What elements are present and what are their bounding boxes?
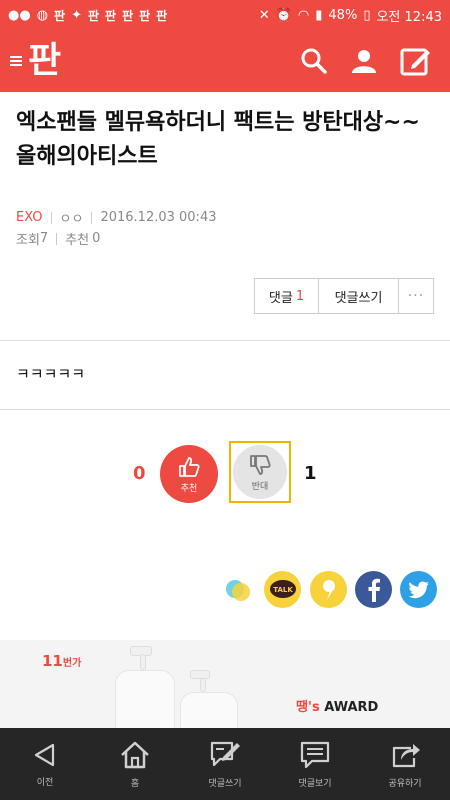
nav-view-comments[interactable]: 댓글보기 <box>270 728 360 800</box>
thumbs-up-icon <box>179 456 200 477</box>
category-link[interactable]: EXO <box>16 210 43 225</box>
comments-button[interactable]: 댓글 1 <box>255 279 318 313</box>
award-text: AWARD <box>324 700 379 715</box>
share-kakaostory-icon[interactable] <box>219 571 256 608</box>
ad-banner[interactable]: 11번가 땡's AWARD <box>0 640 450 728</box>
11st-number: 11 <box>42 652 63 670</box>
write-comment-button[interactable]: 댓글쓰기 <box>318 279 398 313</box>
author: ㅇㅇ <box>59 212 84 227</box>
notification-icons: ●● ◍ 판 ✦ 판 판 판 판 판 <box>8 7 259 24</box>
more-button[interactable]: ··· <box>398 279 433 313</box>
nav-back[interactable]: 이전 <box>0 728 90 800</box>
system-status: ✕ ⏰ ◠ ▮ 48% ▯ 오전 12:43 <box>259 6 442 25</box>
bottle-pump-stem <box>140 654 146 670</box>
bottom-nav: 이전 홈 댓글쓰기 댓글보기 공유하기 <box>0 728 450 800</box>
share-icon <box>392 743 420 767</box>
pann-notification-2: 판 <box>87 8 100 23</box>
thumbs-down-icon <box>250 454 271 475</box>
nav-back-label: 이전 <box>36 777 54 788</box>
recommend-count: 0 <box>92 231 101 246</box>
view-comments-icon <box>300 741 330 768</box>
alarm-icon: ⏰ <box>275 7 292 23</box>
article-stats: 조회 7 추천 0 <box>16 229 100 248</box>
article-meta: EXO ㅇㅇ 2016.12.03 00:43 <box>16 208 216 227</box>
downvote-button[interactable]: 반대 <box>233 445 287 499</box>
article-body: ㅋㅋㅋㅋㅋ <box>16 365 86 383</box>
award-logo: 땡's AWARD <box>296 696 378 715</box>
user-icon[interactable] <box>350 47 378 75</box>
upvote-button[interactable]: 추천 <box>160 445 218 503</box>
views-count: 7 <box>39 231 49 246</box>
11st-suffix: 번가 <box>62 658 82 669</box>
comment-actions: 댓글 1 댓글쓰기 ··· <box>254 278 434 314</box>
share-kakaotalk-icon[interactable]: TALK <box>264 571 301 608</box>
status-bar: ●● ◍ 판 ✦ 판 판 판 판 판 ✕ ⏰ ◠ ▮ 48% ▯ 오전 12:4… <box>0 0 450 30</box>
divider <box>0 409 450 410</box>
article-title: 엑소팬들 멜뮤욕하더니 팩트는 방탄대상~~ 올해의아티스트 <box>16 110 420 169</box>
search-icon[interactable] <box>300 47 328 75</box>
app-header: 판 <box>0 30 450 92</box>
write-icon[interactable] <box>400 46 432 76</box>
meta-divider <box>56 232 58 245</box>
chat-icon: ◍ <box>36 7 49 23</box>
bottle-pump-stem <box>200 678 206 692</box>
award-prefix: 땡's <box>296 700 320 715</box>
product-bottle <box>180 692 238 728</box>
upvote-label: 추천 <box>180 483 198 494</box>
battery-icon: ▯ <box>363 7 371 23</box>
divider <box>0 340 450 341</box>
pann-notification-1: 판 <box>54 8 66 23</box>
pann-notification-4: 판 <box>122 8 134 23</box>
pann-notification-5: 판 <box>139 8 151 23</box>
wifi-icon: ◠ <box>297 7 310 23</box>
comments-label: 댓글 <box>268 290 293 306</box>
pann-notification-3: 판 <box>105 8 117 23</box>
pann-notification-6: 판 <box>156 8 168 23</box>
write-comment-icon <box>210 741 240 766</box>
twitter-icon: ✦ <box>71 7 82 23</box>
svg-text:TALK: TALK <box>273 586 293 594</box>
nav-share-label: 공유하기 <box>388 778 422 789</box>
meta-divider <box>91 211 93 224</box>
comments-count: 1 <box>295 288 305 304</box>
pann-logo[interactable]: 판 <box>28 43 61 79</box>
signal-icon: ▮ <box>315 7 323 23</box>
clock: 오전 12:43 <box>376 9 442 25</box>
nav-view-comments-label: 댓글보기 <box>298 778 332 789</box>
back-icon <box>34 743 55 766</box>
mute-icon: ✕ <box>258 7 270 23</box>
downvote-label: 반대 <box>251 481 269 492</box>
menu-icon[interactable] <box>10 54 24 68</box>
bottle-pump <box>190 670 210 679</box>
post-date: 2016.12.03 00:43 <box>100 210 217 225</box>
product-bottle <box>115 670 175 728</box>
views-label: 조회 <box>16 233 40 248</box>
meta-divider <box>50 211 52 224</box>
share-twitter-icon[interactable] <box>400 571 437 608</box>
nav-share[interactable]: 공유하기 <box>360 728 450 800</box>
nav-home-label: 홈 <box>130 778 140 789</box>
nav-home[interactable]: 홈 <box>90 728 180 800</box>
home-icon <box>121 741 149 768</box>
11st-logo: 11번가 <box>42 652 81 670</box>
downvote-count: 1 <box>304 463 317 484</box>
nav-write-comment[interactable]: 댓글쓰기 <box>180 728 270 800</box>
share-kakao-comma-icon[interactable] <box>310 571 347 608</box>
recommend-label: 추천 <box>65 233 90 248</box>
battery-level: 48% <box>328 7 358 23</box>
downvote-highlight: 반대 <box>229 441 291 503</box>
message-icon: ●● <box>8 7 31 23</box>
upvote-count: 0 <box>133 463 146 484</box>
share-facebook-icon[interactable] <box>355 571 392 608</box>
nav-write-comment-label: 댓글쓰기 <box>208 778 242 789</box>
